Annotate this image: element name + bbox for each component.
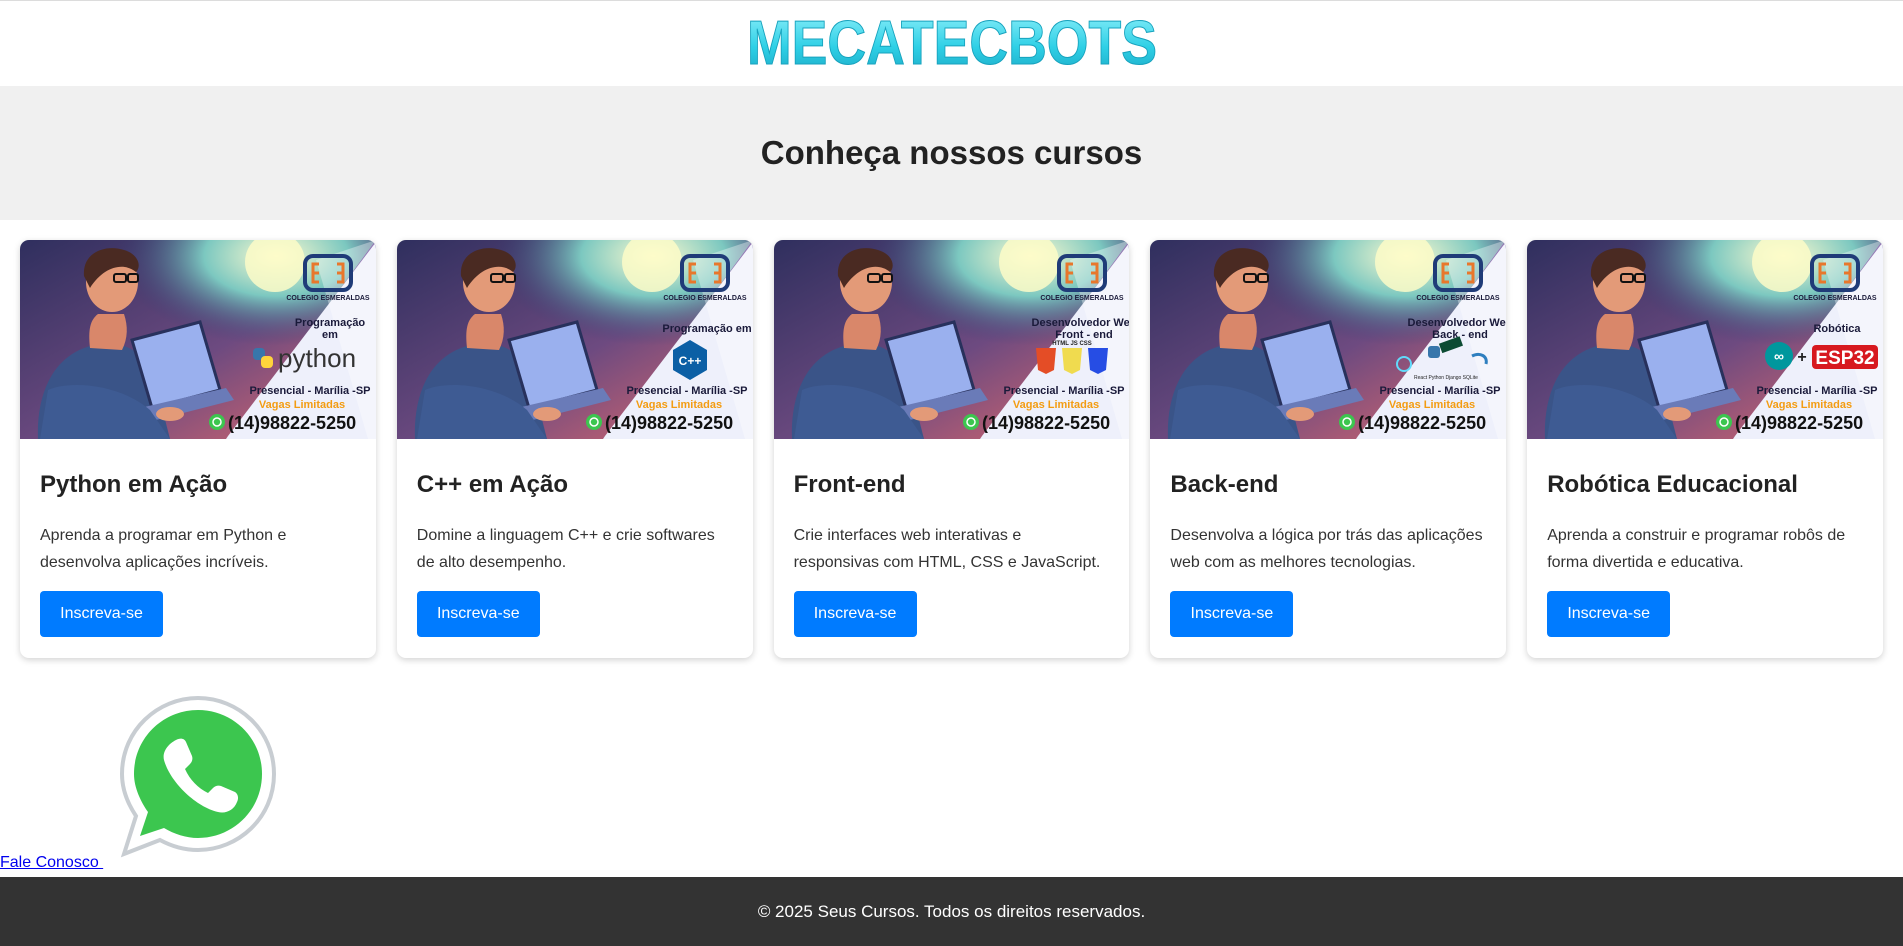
site-header: MECATECBOTS xyxy=(0,1,1903,86)
banner-phone: (14)98822-5250 xyxy=(605,413,733,433)
course-banner-image: COLEGIO ESMERALDASDesenvolvedor WebBack … xyxy=(1150,240,1507,439)
banner-heading: Front - end xyxy=(1055,329,1112,341)
school-name: COLEGIO ESMERALDAS xyxy=(1417,295,1501,302)
course-card-body: Robótica Educacional Aprenda a construir … xyxy=(1527,439,1883,637)
banner-location: Presencial - Marília -SP xyxy=(1757,385,1878,397)
course-title: Front-end xyxy=(793,471,906,498)
course-card-body: C++ em Ação Domine a linguagem C++ e crie… xyxy=(397,439,753,637)
banner-vagas: Vagas Limitadas xyxy=(636,399,722,411)
course-description: Domine a linguagem C++ e crie softwares … xyxy=(416,526,715,571)
enroll-button[interactable]: Inscreva-se xyxy=(40,590,163,637)
course-card: COLEGIO ESMERALDAS Robótica ∞ + ESP32 Presenc… xyxy=(1527,240,1883,658)
banner-phone: (14)98822-5250 xyxy=(1735,413,1863,433)
banner-heading: Robótica xyxy=(1814,323,1862,335)
tech-name: C++ xyxy=(678,354,701,368)
course-card: COLEGIO ESMERALDAS Programação em python Pre… xyxy=(20,240,376,658)
course-description: Crie interfaces web interativas e respon… xyxy=(793,526,1101,571)
banner-location: Presencial - Marília -SP xyxy=(1380,385,1501,397)
enroll-button[interactable]: Inscreva-se xyxy=(1170,590,1294,637)
site-footer: © 2025 Seus Cursos. Todos os direitos re… xyxy=(0,877,1903,946)
banner-phone: (14)98822-5250 xyxy=(1358,413,1486,433)
banner-heading: Programação xyxy=(295,317,366,329)
course-description: Aprenda a programar em Python e desenvol… xyxy=(40,526,287,571)
tech-name: python xyxy=(278,343,356,373)
banner-location: Presencial - Marília -SP xyxy=(626,385,747,397)
enroll-button[interactable]: Inscreva-se xyxy=(1547,590,1671,637)
tech-name: React Python Django SQLite xyxy=(1414,375,1478,381)
course-title: Robótica Educacional xyxy=(1547,471,1798,498)
course-description: Aprenda a construir e programar robôs de… xyxy=(1547,526,1846,571)
course-banner-image: COLEGIO ESMERALDAS Programação em C++ Prese… xyxy=(396,240,753,439)
banner-phone: (14)98822-5250 xyxy=(982,413,1110,433)
banner-heading: em xyxy=(322,329,338,341)
banner-phone: (14)98822-5250 xyxy=(228,413,356,433)
course-card-list: COLEGIO ESMERALDAS Programação em python Pre… xyxy=(20,240,1883,660)
svg-text:∞: ∞ xyxy=(1774,348,1784,364)
school-name: COLEGIO ESMERALDAS xyxy=(663,295,747,302)
banner-heading: Desenvolvedor Web xyxy=(1408,317,1506,329)
tech-name: ESP32 xyxy=(1816,348,1875,369)
enroll-button[interactable]: Inscreva-se xyxy=(416,590,540,637)
course-title: Back-end xyxy=(1170,471,1279,498)
course-card: COLEGIO ESMERALDAS Desenvolvedor Web Front… xyxy=(773,240,1130,658)
footer-copyright: © 2025 Seus Cursos. Todos os direitos re… xyxy=(757,901,1146,921)
course-banner-image: COLEGIO ESMERALDAS Desenvolvedor WebFront… xyxy=(773,240,1130,439)
course-card: COLEGIO ESMERALDAS Programação em C++ Prese… xyxy=(396,240,753,658)
fale-conosco-link[interactable]: Fale Conosco xyxy=(0,854,103,872)
banner-heading: Programação em xyxy=(662,323,751,335)
tech-name: HTML JS CSS xyxy=(1052,341,1092,347)
svg-text:+: + xyxy=(1798,349,1807,366)
section-title: Conheça nossos cursos xyxy=(760,134,1143,171)
course-card: COLEGIO ESMERALDAS Desenvolvedor Web Back … xyxy=(1150,240,1507,658)
banner-vagas: Vagas Limitadas xyxy=(1389,399,1475,411)
course-banner-image: COLEGIO ESMERALDAS Robótica ∞ + ESP32 Presenc… xyxy=(1527,240,1883,439)
course-banner-image: COLEGIO ESMERALDAS Programaçãoem python Pre… xyxy=(20,240,376,439)
banner-vagas: Vagas Limitadas xyxy=(1012,399,1098,411)
course-card-body: Back-end Desenvolva a lógica por trás das… xyxy=(1150,439,1506,637)
courses-hero: Conheça nossos cursos xyxy=(0,86,1903,220)
whatsapp-contact: Fale Conosco xyxy=(0,690,290,876)
banner-vagas: Vagas Limitadas xyxy=(259,399,345,411)
course-description: Desenvolva a lógica por trás das aplicaç… xyxy=(1170,526,1483,571)
course-title: Python em Ação xyxy=(40,471,228,498)
banner-location: Presencial - Marília -SP xyxy=(1003,385,1124,397)
banner-location: Presencial - Marília -SP xyxy=(249,385,370,397)
school-name: COLEGIO ESMERALDAS xyxy=(286,295,370,302)
school-name: COLEGIO ESMERALDAS xyxy=(1794,295,1878,302)
logo-text: MECATECBOTS xyxy=(747,12,1157,72)
mecatecbots-logo[interactable]: MECATECBOTS xyxy=(745,12,1159,72)
tech-logo xyxy=(1035,348,1108,374)
banner-heading: Desenvolvedor Web xyxy=(1031,317,1129,329)
course-title: C++ em Ação xyxy=(416,471,568,498)
enroll-button[interactable]: Inscreva-se xyxy=(793,590,917,637)
course-card-body: Python em Ação Aprenda a programar em Pyt… xyxy=(20,439,376,637)
whatsapp-icon[interactable] xyxy=(118,694,278,858)
course-card-body: Front-end Crie interfaces web interativas… xyxy=(774,439,1130,637)
banner-vagas: Vagas Limitadas xyxy=(1766,399,1852,411)
school-name: COLEGIO ESMERALDAS xyxy=(1040,295,1124,302)
